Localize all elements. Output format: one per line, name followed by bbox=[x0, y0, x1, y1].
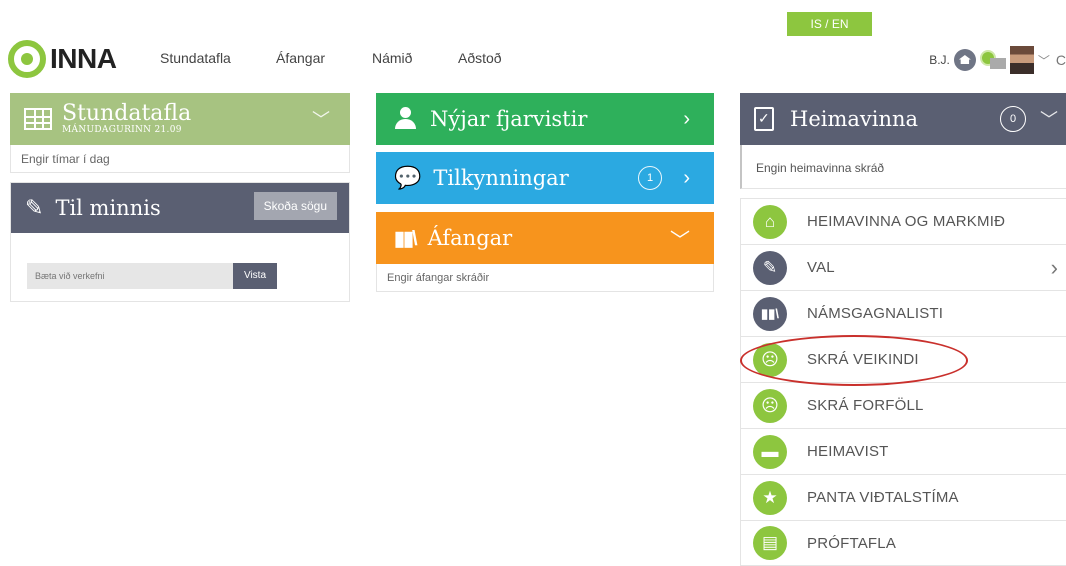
menu-item-val[interactable]: ✎ VAL › bbox=[740, 244, 1066, 290]
schedule-panel: Stundatafla MÁNUDAGURINN 21.09 ﹀ Engir t… bbox=[10, 93, 350, 173]
homework-title: Heimavinna bbox=[790, 107, 919, 131]
menu-item-label: PRÓFTAFLA bbox=[807, 534, 897, 552]
menu-item-label: HEIMAVINNA OG MARKMIÐ bbox=[807, 213, 1006, 230]
chevron-right-icon[interactable]: › bbox=[1051, 255, 1058, 281]
pencil-icon: ✎ bbox=[753, 250, 787, 285]
schedule-header[interactable]: Stundatafla MÁNUDAGURINN 21.09 ﹀ bbox=[10, 93, 350, 145]
pencil-icon: ✎ bbox=[25, 195, 44, 220]
save-button[interactable]: Vista bbox=[233, 263, 277, 289]
nav-stundatafla[interactable]: Stundatafla bbox=[160, 50, 231, 66]
reminders-header: ✎ Til minnis Skoða sögu bbox=[11, 183, 349, 233]
books-icon: ▮▮\ bbox=[753, 296, 787, 331]
chevron-down-icon[interactable]: ﹀ bbox=[670, 224, 690, 253]
new-absences-title: Nýjar fjarvistir bbox=[430, 107, 588, 131]
menu-item-label: NÁMSGAGNALISTI bbox=[807, 305, 944, 322]
courses-title: Áfangar bbox=[427, 226, 513, 250]
user-area: B.J. ﹀ C bbox=[929, 40, 1066, 80]
menu-item-label: SKRÁ FORFÖLL bbox=[807, 397, 924, 414]
nav-namid[interactable]: Námið bbox=[372, 50, 412, 66]
notifications-panel[interactable]: 💬 Tilkynningar 1 › bbox=[376, 152, 714, 204]
chevron-down-icon[interactable]: ﹀ bbox=[1038, 52, 1050, 69]
menu-item-book-appointment[interactable]: ★ PANTA VIÐTALSTÍMA bbox=[740, 474, 1066, 520]
homework-panel: Heimavinna 0 ﹀ Engin heimavinna skráð bbox=[740, 93, 1066, 189]
chevron-down-icon[interactable]: ﹀ bbox=[312, 106, 330, 132]
menu-item-label: PANTA VIÐTALSTÍMA bbox=[807, 489, 959, 506]
chat-bubble-icon: 💬 bbox=[394, 165, 422, 190]
notifications-count-badge: 1 bbox=[638, 166, 662, 190]
menu-item-label: VAL bbox=[807, 259, 835, 276]
calendar-grid-icon bbox=[24, 108, 52, 130]
clipboard-check-icon bbox=[754, 107, 774, 131]
menu-item-label: HEIMAVIST bbox=[807, 443, 889, 460]
menu-item-homework-goals[interactable]: ⌂ HEIMAVINNA OG MARKMIÐ bbox=[740, 198, 1066, 244]
books-icon: ▮▮\ bbox=[394, 227, 418, 250]
sad-face-icon: ☹ bbox=[753, 388, 787, 423]
logo-ring-icon bbox=[8, 40, 46, 78]
homework-empty: Engin heimavinna skráð bbox=[740, 145, 1066, 189]
schedule-date: MÁNUDAGURINN 21.09 bbox=[62, 125, 182, 135]
menu-item-dormitory[interactable]: ▬ HEIMAVIST bbox=[740, 428, 1066, 474]
language-toggle-button[interactable]: IS / EN bbox=[787, 12, 872, 36]
inna-logo[interactable]: INNA bbox=[8, 37, 117, 81]
star-icon: ★ bbox=[753, 480, 787, 515]
schedule-title: Stundatafla bbox=[62, 101, 192, 126]
chevron-down-icon[interactable]: ﹀ bbox=[1040, 106, 1058, 132]
schedule-empty: Engir tímar í dag bbox=[10, 145, 350, 173]
homework-count-badge: 0 bbox=[1000, 106, 1026, 132]
add-task-row: Vista bbox=[27, 263, 277, 289]
messages-icon[interactable] bbox=[979, 50, 1006, 70]
home-icon: ⌂ bbox=[753, 204, 787, 239]
logo-text: INNA bbox=[50, 43, 117, 74]
nav-adstod[interactable]: Aðstoð bbox=[458, 50, 502, 66]
home-icon[interactable] bbox=[953, 49, 976, 71]
reminders-panel: ✎ Til minnis Skoða sögu Vista bbox=[10, 182, 350, 302]
user-initials[interactable]: B.J. bbox=[929, 53, 950, 67]
bed-icon: ▬ bbox=[753, 434, 787, 469]
view-history-button[interactable]: Skoða sögu bbox=[253, 192, 337, 220]
highlight-annotation-ellipse bbox=[740, 335, 968, 386]
reminders-title: Til minnis bbox=[55, 196, 161, 220]
avatar[interactable] bbox=[1009, 46, 1034, 74]
courses-panel[interactable]: ▮▮\ Áfangar ﹀ bbox=[376, 212, 714, 264]
person-icon bbox=[394, 107, 416, 131]
menu-item-course-materials[interactable]: ▮▮\ NÁMSGAGNALISTI bbox=[740, 290, 1066, 336]
truncated-text: C bbox=[1055, 52, 1066, 68]
homework-header[interactable]: Heimavinna 0 ﹀ bbox=[740, 93, 1066, 145]
courses-empty: Engir áfangar skráðir bbox=[376, 264, 714, 292]
book-icon: ▤ bbox=[753, 526, 787, 560]
nav-afangar[interactable]: Áfangar bbox=[276, 50, 325, 66]
menu-item-report-absence[interactable]: ☹ SKRÁ FORFÖLL bbox=[740, 382, 1066, 428]
new-absences-panel[interactable]: Nýjar fjarvistir › bbox=[376, 93, 714, 145]
menu-item-exam-schedule[interactable]: ▤ PRÓFTAFLA bbox=[740, 520, 1066, 566]
chevron-right-icon[interactable]: › bbox=[683, 108, 690, 131]
add-task-input[interactable] bbox=[27, 263, 233, 289]
chevron-right-icon[interactable]: › bbox=[683, 167, 690, 190]
notifications-title: Tilkynningar bbox=[433, 166, 569, 190]
